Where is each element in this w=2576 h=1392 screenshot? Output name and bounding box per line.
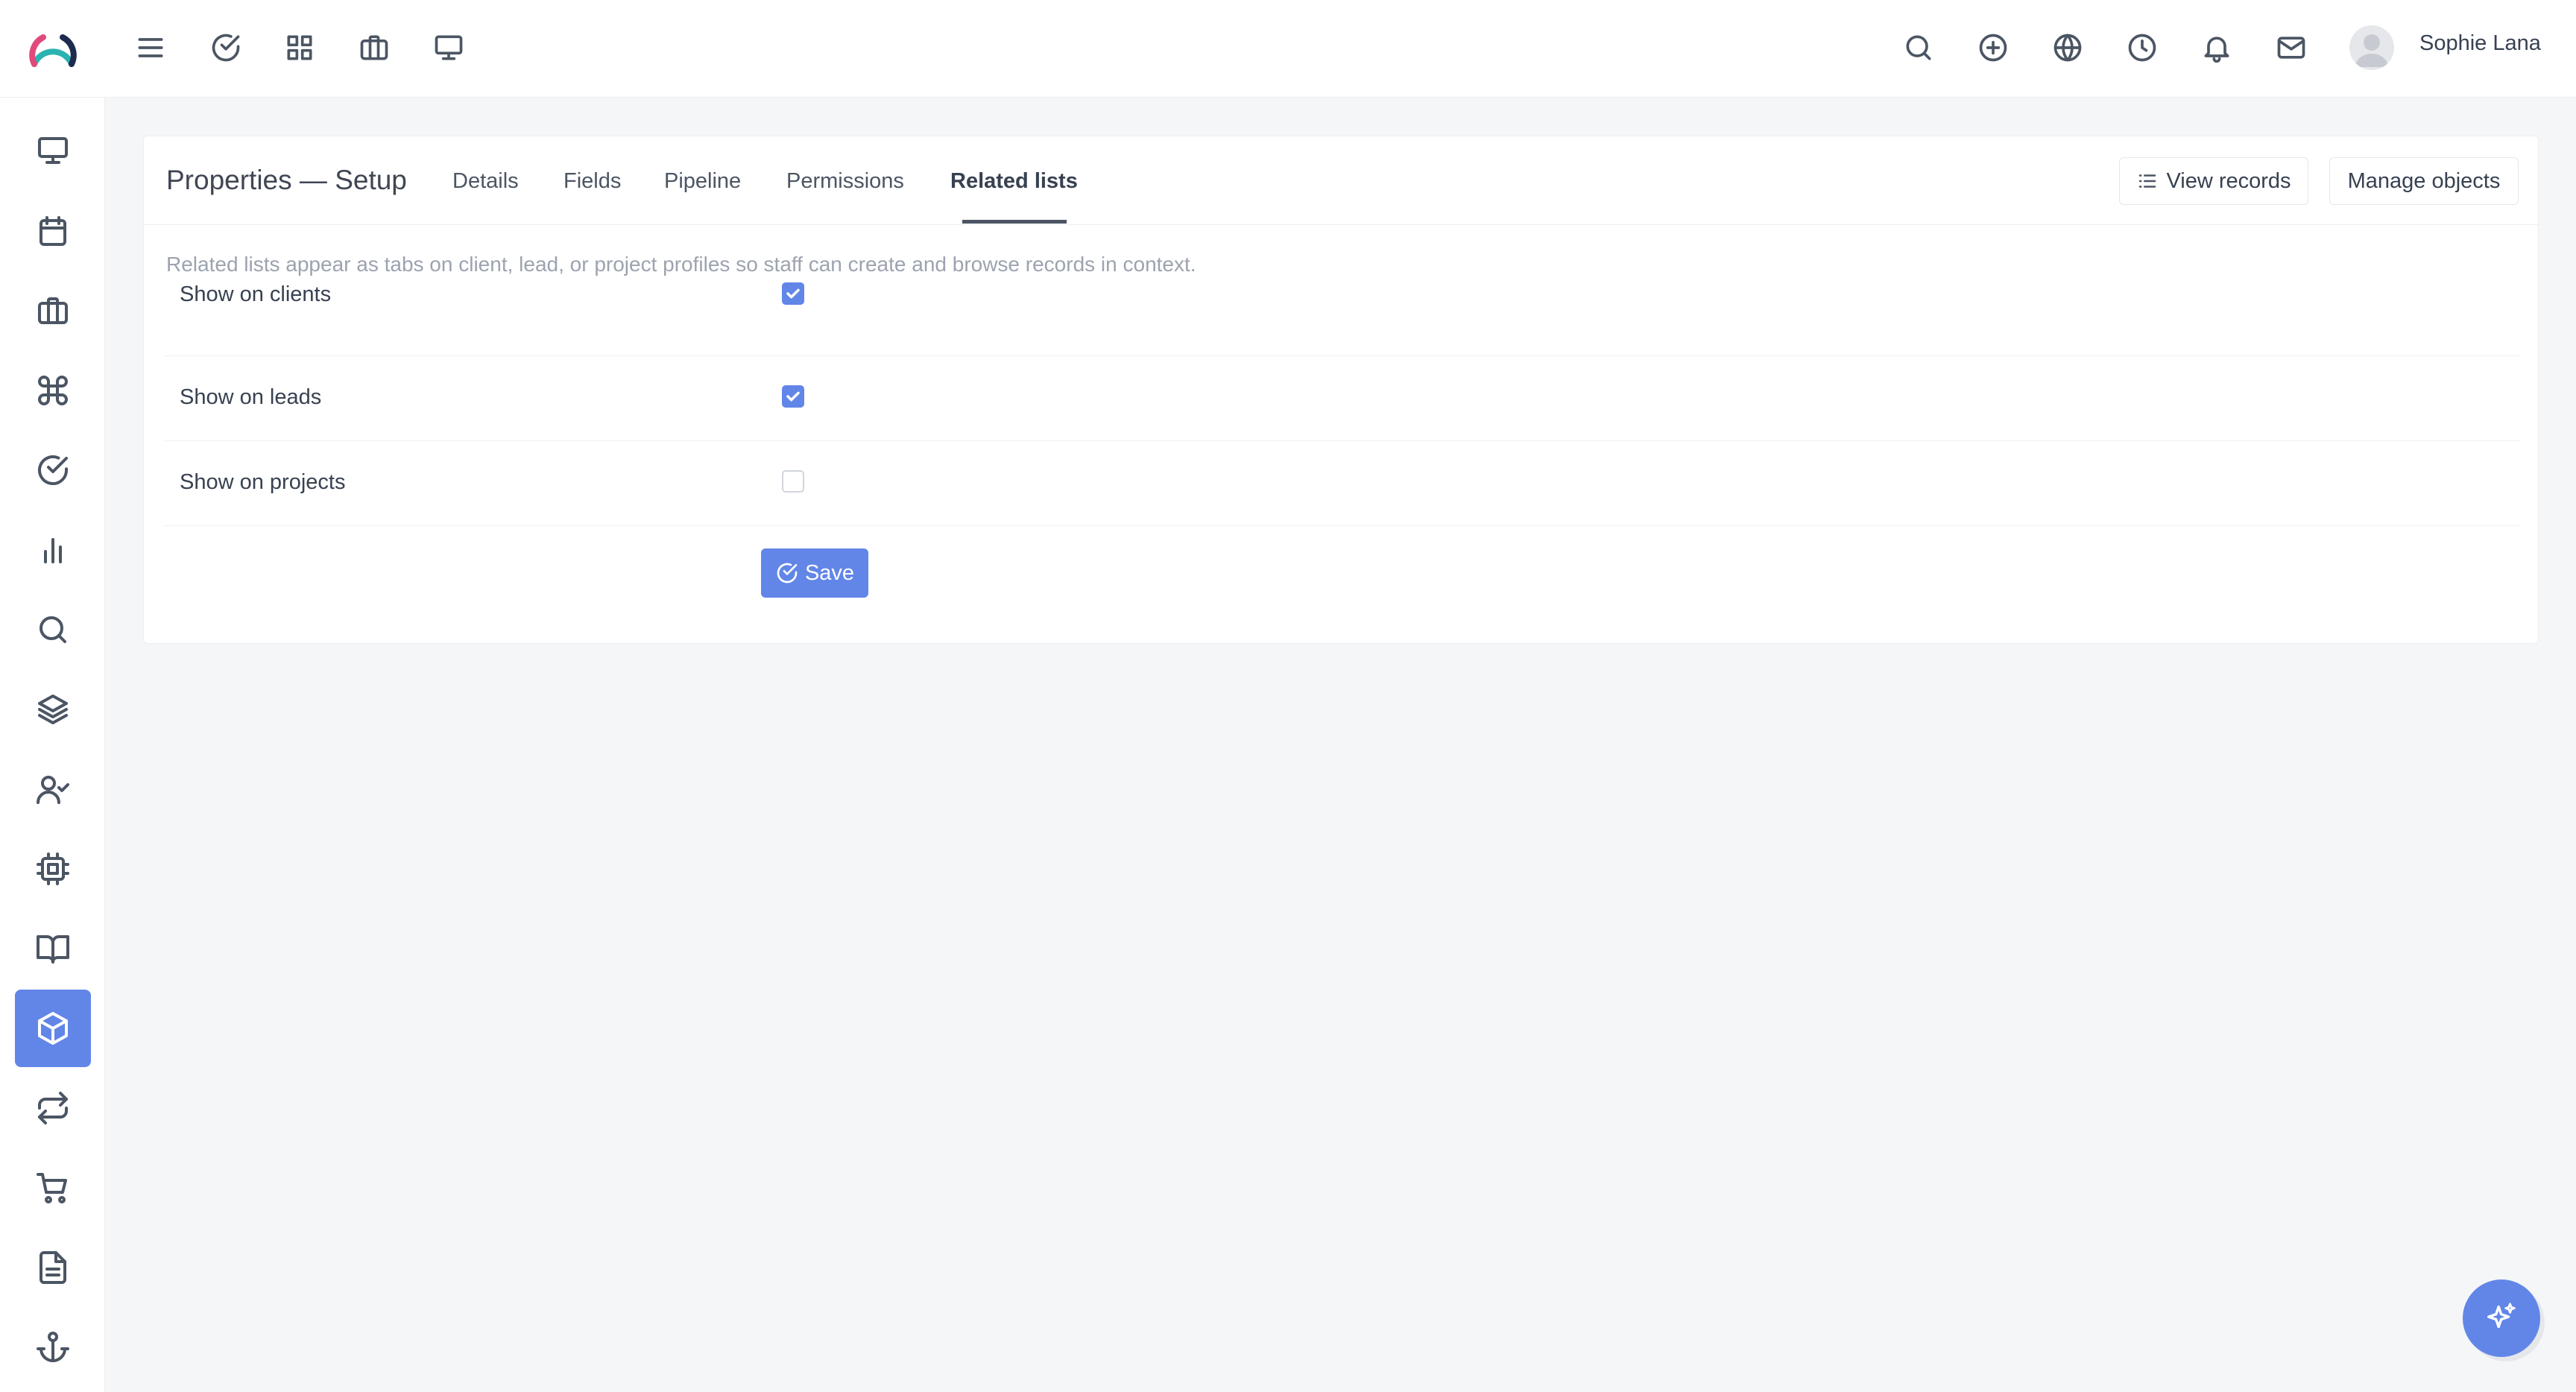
- bell-icon[interactable]: [2200, 31, 2233, 64]
- active-tab-indicator: [962, 220, 1067, 224]
- save-label: Save: [804, 560, 855, 585]
- globe-icon[interactable]: [2051, 31, 2084, 64]
- show-on-leads-checkbox[interactable]: [782, 385, 804, 408]
- sparkle-icon: [2487, 1303, 2516, 1329]
- app-logo[interactable]: [27, 25, 79, 77]
- top-bar: Sophie Lana: [0, 0, 2576, 98]
- search-icon: [40, 616, 66, 643]
- sidebar: [0, 98, 105, 1392]
- tab-related-lists[interactable]: Related lists: [950, 169, 1078, 194]
- box-icon: [38, 1012, 68, 1045]
- avatar[interactable]: [2349, 25, 2394, 70]
- command-icon: [38, 376, 68, 405]
- briefcase-icon: [38, 297, 68, 324]
- briefcase-icon[interactable]: [358, 31, 391, 64]
- layers-icon: [38, 695, 68, 724]
- search-icon[interactable]: [1902, 31, 1935, 64]
- sidebar-item-projects[interactable]: [15, 272, 91, 349]
- bar-chart-icon: [44, 538, 62, 563]
- sidebar-item-dashboard[interactable]: [15, 112, 91, 189]
- sidebar-item-layers[interactable]: [15, 671, 91, 748]
- mail-icon[interactable]: [2275, 31, 2308, 64]
- sidebar-item-documents[interactable]: [15, 1229, 91, 1306]
- file-text-icon: [40, 1251, 66, 1284]
- sidebar-item-command[interactable]: [15, 352, 91, 429]
- sidebar-item-search[interactable]: [15, 591, 91, 668]
- card-header: Properties — Setup Details Fields Pipeli…: [144, 136, 2538, 225]
- sidebar-item-anchor[interactable]: [15, 1309, 91, 1386]
- list-icon: [2139, 174, 2156, 188]
- show-on-projects-checkbox[interactable]: [782, 470, 804, 493]
- menu-icon[interactable]: [134, 31, 167, 64]
- book-open-icon: [37, 935, 69, 964]
- anchor-icon: [37, 1332, 69, 1362]
- user-check-icon: [37, 776, 69, 804]
- sidebar-item-shop[interactable]: [15, 1149, 91, 1227]
- calendar-icon: [40, 216, 66, 246]
- check-circle-icon[interactable]: [209, 31, 242, 64]
- tab-details[interactable]: Details: [452, 169, 519, 194]
- sidebar-item-tasks[interactable]: [15, 431, 91, 509]
- cpu-icon: [37, 852, 69, 885]
- plus-circle-icon[interactable]: [1977, 31, 2010, 64]
- manage-objects-label: Manage objects: [2347, 168, 2501, 193]
- check-circle-icon: [38, 455, 68, 485]
- option-row-clients: Show on clients: [165, 272, 2520, 356]
- view-records-label: View records: [2166, 168, 2291, 193]
- shopping-cart-icon: [37, 1173, 67, 1203]
- monitor-icon: [38, 137, 68, 164]
- sidebar-item-users[interactable]: [15, 750, 91, 828]
- option-label-clients: Show on clients: [180, 282, 332, 306]
- option-row-leads: Show on leads: [165, 355, 2520, 441]
- tab-pipeline[interactable]: Pipeline: [664, 169, 741, 194]
- user-name[interactable]: Sophie Lana: [2419, 31, 2541, 56]
- grid-icon[interactable]: [283, 31, 316, 64]
- clock-icon[interactable]: [2126, 31, 2159, 64]
- sidebar-item-integrations[interactable]: [15, 830, 91, 908]
- sidebar-item-reports[interactable]: [15, 511, 91, 589]
- check-circle-icon: [777, 563, 798, 583]
- show-on-clients-checkbox[interactable]: [782, 282, 804, 305]
- sidebar-item-objects[interactable]: [15, 990, 91, 1067]
- view-records-button[interactable]: View records: [2119, 157, 2308, 205]
- sidebar-item-sync[interactable]: [15, 1069, 91, 1147]
- tab-fields[interactable]: Fields: [564, 169, 621, 194]
- option-label-leads: Show on leads: [180, 385, 322, 409]
- ai-assistant-button[interactable]: [2463, 1279, 2540, 1357]
- option-label-projects: Show on projects: [180, 470, 346, 494]
- sidebar-item-knowledge[interactable]: [15, 910, 91, 987]
- option-row-projects: Show on projects: [165, 440, 2520, 526]
- manage-objects-button[interactable]: Manage objects: [2329, 157, 2519, 205]
- setup-card: Properties — Setup Details Fields Pipeli…: [143, 136, 2539, 644]
- sidebar-item-calendar[interactable]: [15, 192, 91, 270]
- save-button[interactable]: Save: [761, 548, 868, 598]
- monitor-icon[interactable]: [432, 31, 465, 64]
- repeat-icon: [38, 1092, 68, 1124]
- page-title: Properties — Setup: [166, 165, 407, 195]
- tab-permissions[interactable]: Permissions: [786, 169, 904, 194]
